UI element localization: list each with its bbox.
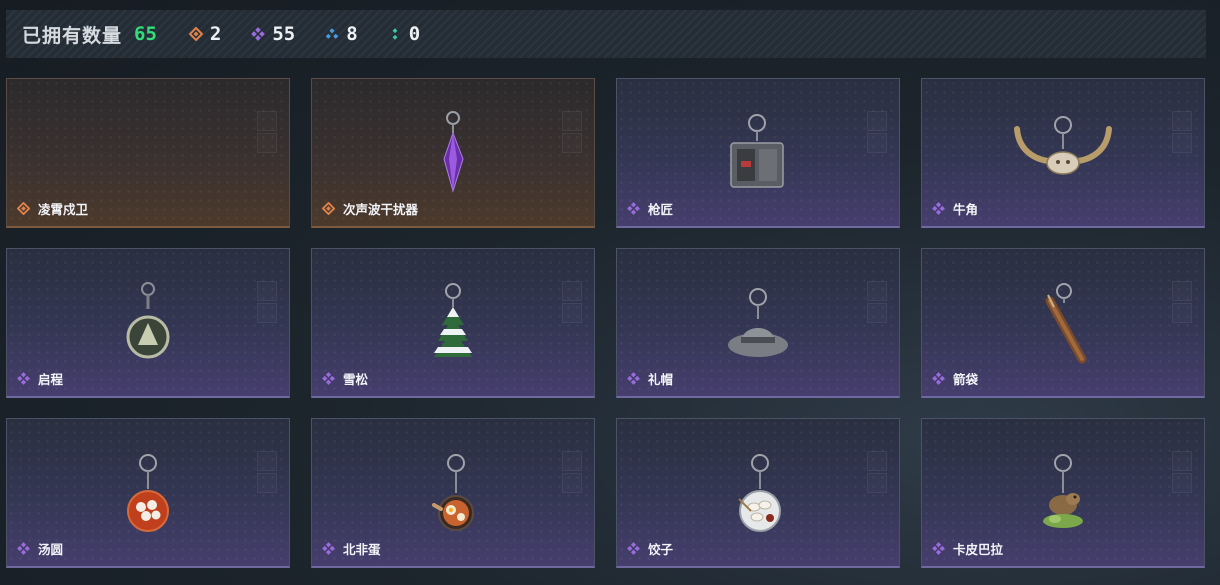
item-card[interactable]: 凌霄戍卫 [6,78,290,228]
purple-rarity-icon [322,372,335,385]
purple-rarity-icon [322,542,335,555]
item-name: 饺子 [648,542,674,557]
item-name: 雪松 [343,372,369,387]
item-card[interactable]: 北非蛋 [311,418,595,568]
capybara-charm-icon [1043,454,1083,528]
orange-rarity-icon [322,202,335,215]
item-name: 枪匠 [648,202,674,217]
item-card[interactable]: 枪匠 [616,78,900,228]
item-name: 礼帽 [648,372,674,387]
purple-crystal-pendant-icon [443,111,464,193]
fedora-hat-charm-icon [728,288,788,357]
item-name: 北非蛋 [343,542,381,557]
item-name: 卡皮巴拉 [953,542,1004,557]
item-name: 次声波干扰器 [343,202,419,217]
item-name: 箭袋 [953,372,979,387]
bull-horns-charm-icon [1014,116,1112,175]
item-name: 汤圆 [38,542,64,557]
item-card[interactable]: 饺子 [616,418,900,568]
purple-rarity-icon [17,372,30,385]
purple-rarity-icon [932,202,945,215]
item-name: 牛角 [953,202,979,217]
item-card[interactable]: 礼帽 [616,248,900,398]
purple-rarity-icon [932,542,945,555]
purple-rarity-icon [627,202,640,215]
purple-rarity-icon [932,372,945,385]
item-card[interactable]: 雪松 [311,248,595,398]
orange-rarity-icon [17,202,30,215]
item-card[interactable]: 卡皮巴拉 [921,418,1205,568]
purple-rarity-icon [627,542,640,555]
item-card[interactable]: 牛角 [921,78,1205,228]
dumpling-plate-charm-icon [738,454,781,532]
item-card[interactable]: 次声波干扰器 [311,78,595,228]
snow-pine-charm-icon [434,283,472,357]
rice-ball-bowl-charm-icon [127,454,169,532]
item-card[interactable]: 汤圆 [6,418,290,568]
empty-icon [7,109,289,199]
item-card[interactable]: 箭袋 [921,248,1205,398]
shakshuka-pan-charm-icon [432,454,474,531]
medal-charm-icon [126,282,170,359]
item-card[interactable]: 启程 [6,248,290,398]
purple-rarity-icon [17,542,30,555]
item-grid: 凌霄戍卫 次声波干扰器 枪匠 牛角 启程 雪松 礼帽 箭袋 汤圆 北非蛋 饺子 … [0,0,1220,585]
gun-case-charm-icon [730,114,784,188]
item-name: 启程 [38,372,64,387]
purple-rarity-icon [627,372,640,385]
quiver-charm-icon [1045,283,1087,364]
item-name: 凌霄戍卫 [38,202,89,217]
